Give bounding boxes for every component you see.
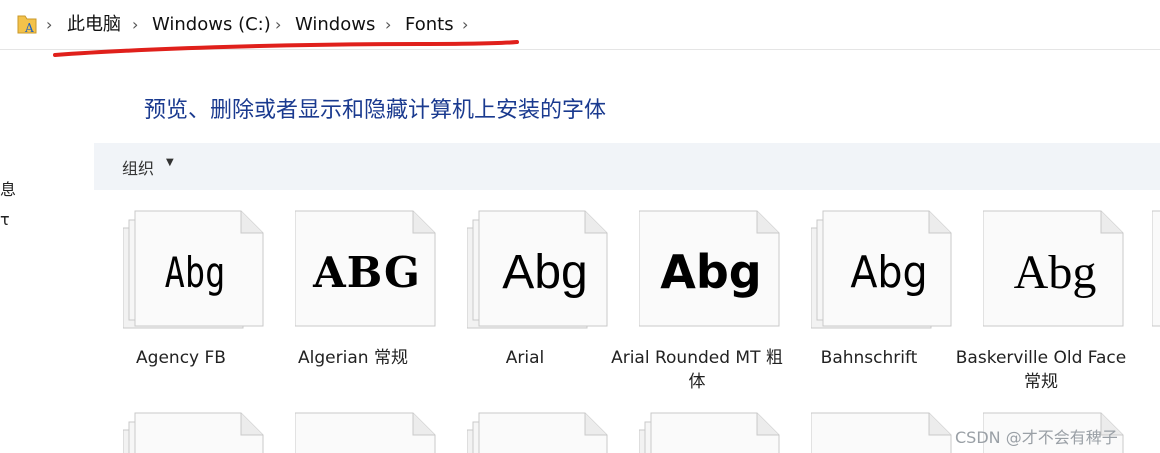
address-bar[interactable]: A › 此电脑 › Windows (C:) › Windows › Fonts… <box>0 0 1160 50</box>
font-tile-agency-fb[interactable]: Abg Agency FB <box>95 210 267 410</box>
font-file-icon[interactable] <box>811 412 955 453</box>
chevron-right-icon[interactable]: › <box>462 13 468 37</box>
font-file-icon[interactable] <box>295 412 439 453</box>
font-file-icon <box>1152 210 1160 327</box>
font-name-label: Baskerville Old Face 常规 <box>955 348 1127 392</box>
font-tile-baskerville[interactable]: Abg Baskerville Old Face 常规 <box>955 210 1127 410</box>
breadcrumb-this-pc[interactable]: 此电脑 <box>67 13 121 37</box>
breadcrumb-windows[interactable]: Windows <box>295 13 375 37</box>
font-name-label: Arial Rounded MT 粗体 <box>611 348 783 392</box>
font-sample: Abg <box>660 245 762 299</box>
chevron-right-icon[interactable]: › <box>385 13 391 37</box>
organize-button[interactable]: 组织 <box>122 155 154 179</box>
font-tile-algerian[interactable]: ABG Algerian 常规 <box>267 210 439 410</box>
font-file-stack-icon[interactable] <box>123 412 267 453</box>
font-name-label: Bahnschrift <box>820 348 918 368</box>
caret-down-icon[interactable]: ▼ <box>166 157 174 168</box>
font-name-label: Arial <box>505 348 545 368</box>
font-tile-bahnschrift[interactable]: Abg Bahnschrift <box>783 210 955 410</box>
breadcrumb-drive-c[interactable]: Windows (C:) <box>152 13 271 37</box>
breadcrumb-fonts[interactable]: Fonts <box>405 13 454 37</box>
font-sample: Abg <box>1013 245 1097 299</box>
chevron-right-icon[interactable]: › <box>275 13 281 37</box>
sidebar-item[interactable]: 息 <box>0 176 16 200</box>
font-sample: Abg <box>502 245 588 299</box>
font-file-stack-icon[interactable] <box>467 412 611 453</box>
font-sample: Abg <box>164 247 226 297</box>
font-file-stack-icon[interactable] <box>639 412 783 453</box>
chevron-right-icon[interactable]: › <box>46 13 52 37</box>
font-name-label: Algerian 常规 <box>298 348 408 368</box>
font-sample: Abg <box>850 246 928 298</box>
font-tile-arial[interactable]: Abg Arial <box>439 210 611 410</box>
csdn-watermark: CSDN @才不会有稗子 <box>955 428 1118 447</box>
font-tile-arial-rounded[interactable]: Abg Arial Rounded MT 粗体 <box>611 210 783 410</box>
command-toolbar: 组织 ▼ <box>94 143 1160 190</box>
sidebar-item[interactable]: τ <box>0 210 10 229</box>
font-name-label: Agency FB <box>136 348 226 368</box>
svg-text:A: A <box>24 21 34 35</box>
page-title: 预览、删除或者显示和隐藏计算机上安装的字体 <box>144 98 607 123</box>
folder-font-icon: A <box>17 15 37 35</box>
font-sample: ABG <box>313 247 421 297</box>
chevron-right-icon[interactable]: › <box>132 13 138 37</box>
